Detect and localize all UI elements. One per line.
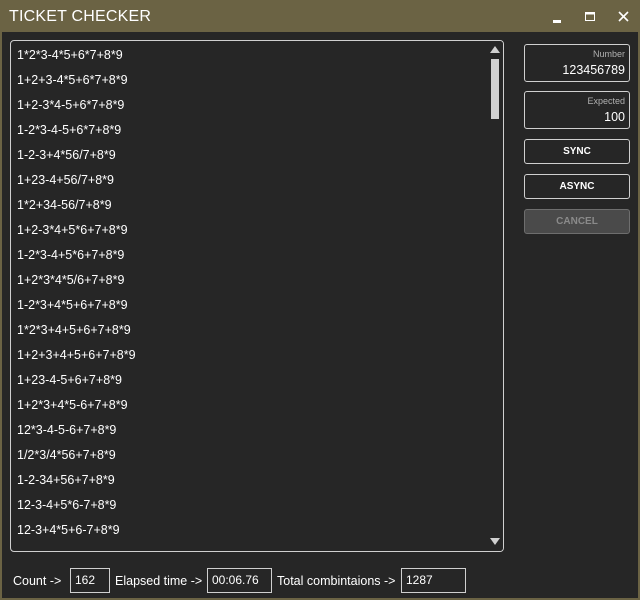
list-item[interactable]: 1+2-3*4-5+6*7+8*9 xyxy=(17,93,487,118)
total-value: 1287 xyxy=(401,568,466,593)
list-item[interactable]: 1-2-34+56+7+8*9 xyxy=(17,468,487,493)
list-item[interactable]: 1*2*3-4*5+6*7+8*9 xyxy=(17,43,487,68)
results-listbox[interactable]: 1*2*3-4*5+6*7+8*9 1+2+3-4*5+6*7+8*9 1+2-3*… xyxy=(10,40,504,552)
list-item[interactable]: 1+2+3+4+5+6+7+8*9 xyxy=(17,343,487,368)
cancel-button: CANCEL xyxy=(524,209,630,234)
maximize-icon xyxy=(585,12,595,21)
sync-button[interactable]: SYNC xyxy=(524,139,630,164)
total-label: Total combintaions -> xyxy=(277,574,396,588)
window-title: TICKET CHECKER xyxy=(9,8,152,25)
list-item[interactable]: 1-2*3+4*5+6+7+8*9 xyxy=(17,293,487,318)
list-item[interactable]: 1+2*3*4*5/6+7+8*9 xyxy=(17,268,487,293)
list-item[interactable]: 1+23-4+56/7+8*9 xyxy=(17,168,487,193)
list-item[interactable]: 1+2-3*4+5*6+7+8*9 xyxy=(17,218,487,243)
results-list: 1*2*3-4*5+6*7+8*9 1+2+3-4*5+6*7+8*9 1+2-3*… xyxy=(17,43,487,543)
elapsed-label: Elapsed time -> xyxy=(115,574,203,588)
close-button[interactable] xyxy=(608,4,638,30)
scroll-down-arrow-icon[interactable] xyxy=(489,537,501,546)
vertical-scrollbar[interactable] xyxy=(487,41,503,551)
list-item[interactable]: 12-3+4*5+6-7+8*9 xyxy=(17,518,487,543)
list-item[interactable]: 1/2*3/4*56+7+8*9 xyxy=(17,443,487,468)
number-field[interactable]: Number 123456789 xyxy=(524,44,630,82)
list-item[interactable]: 12-3-4+5*6-7+8*9 xyxy=(17,493,487,518)
scrollbar-thumb[interactable] xyxy=(491,59,499,119)
scroll-up-arrow-icon[interactable] xyxy=(489,45,501,54)
list-item[interactable]: 1+2+3-4*5+6*7+8*9 xyxy=(17,68,487,93)
list-item[interactable]: 1-2*3-4+5*6+7+8*9 xyxy=(17,243,487,268)
expected-value[interactable]: 100 xyxy=(604,110,625,124)
maximize-button[interactable] xyxy=(575,4,605,30)
async-button[interactable]: ASYNC xyxy=(524,174,630,199)
list-item[interactable]: 1+23-4-5+6+7+8*9 xyxy=(17,368,487,393)
expected-field[interactable]: Expected 100 xyxy=(524,91,630,129)
list-item[interactable]: 1-2*3-4-5+6*7+8*9 xyxy=(17,118,487,143)
number-value[interactable]: 123456789 xyxy=(562,63,625,77)
title-bar[interactable]: TICKET CHECKER xyxy=(2,2,638,32)
list-item[interactable]: 1*2+34-56/7+8*9 xyxy=(17,193,487,218)
list-item[interactable]: 1-2-3+4*56/7+8*9 xyxy=(17,143,487,168)
minimize-button[interactable] xyxy=(542,4,572,30)
count-value: 162 xyxy=(70,568,110,593)
expected-label: Expected xyxy=(587,96,625,106)
list-item[interactable]: 12*3-4-5-6+7+8*9 xyxy=(17,418,487,443)
close-icon xyxy=(618,11,629,22)
ticket-checker-window: TICKET CHECKER 1*2*3-4*5+6*7+8*9 1+2+3-4*… xyxy=(0,0,640,600)
elapsed-value: 00:06.76 xyxy=(207,568,272,593)
number-label: Number xyxy=(592,49,625,59)
status-bar: Count -> 162 Elapsed time -> 00:06.76 To… xyxy=(2,568,638,594)
list-item[interactable]: 1*2*3+4+5+6+7+8*9 xyxy=(17,318,487,343)
minimize-icon xyxy=(553,20,561,23)
count-label: Count -> xyxy=(13,574,62,588)
list-item[interactable]: 1+2*3+4*5-6+7+8*9 xyxy=(17,393,487,418)
